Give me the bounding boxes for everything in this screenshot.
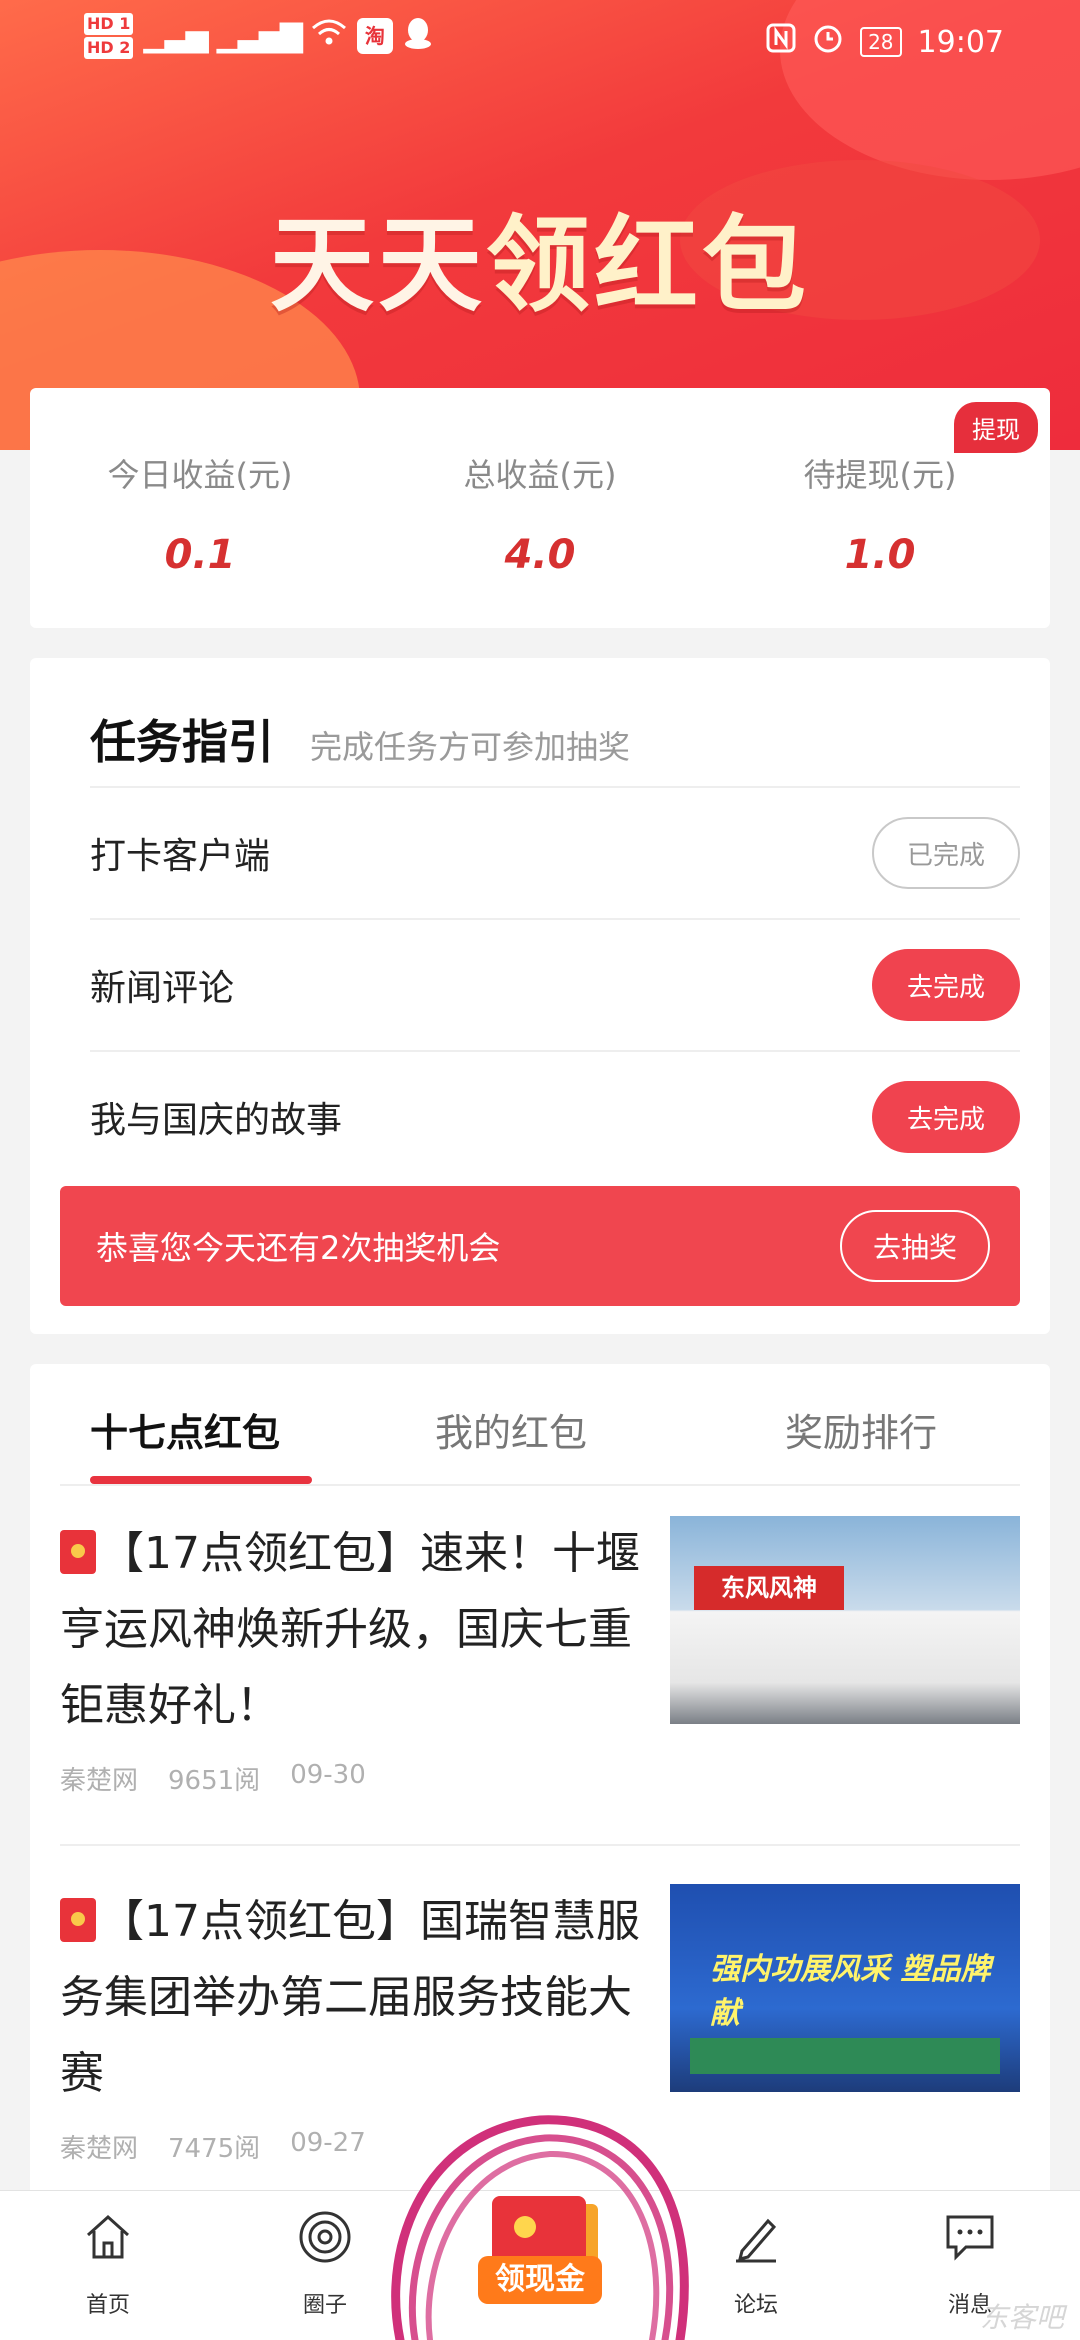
get-cash-button[interactable]: 领现金 <box>470 2196 610 2308</box>
page-title: 天天领红包 <box>269 204 811 326</box>
nav-forum[interactable]: 论坛 <box>676 2209 836 2319</box>
article-reads: 9651阅 <box>168 1766 261 1796</box>
article-title: 【17点领红包】国瑞智慧服务集团举办第二届服务技能大赛 <box>60 1896 640 2099</box>
chat-bubble-icon <box>946 2215 994 2261</box>
tab-my-red-packet[interactable]: 我的红包 <box>435 1402 587 1457</box>
signal-icon: ▁▃▅▇ <box>216 18 303 54</box>
thumbnail-table <box>690 2038 1000 2074</box>
header-banner: HD 1 HD 2 ▁▃▅ ▁▃▅▇ 淘 28 19:07 天天领红包 <box>0 0 1080 450</box>
pen-icon <box>736 2218 777 2263</box>
article-date: 09-30 <box>290 1760 366 1790</box>
clock-time: 19:07 <box>917 24 1004 60</box>
lottery-banner: 恭喜您今天还有2次抽奖机会 去抽奖 <box>60 1186 1020 1306</box>
wifi-icon <box>311 18 347 55</box>
active-tab-indicator <box>90 1476 312 1484</box>
list-item[interactable]: 【17点领红包】国瑞智慧服务集团举办第二届服务技能大赛 秦楚网 7475阅 09… <box>60 1884 1020 2214</box>
signal-icon: ▁▃▅ <box>143 18 208 54</box>
hd-indicator: HD 1 HD 2 <box>84 12 134 60</box>
home-icon <box>86 2214 130 2259</box>
news-tabs: 十七点红包 我的红包 奖励排行 <box>60 1364 1020 1486</box>
earnings-card: 提现 今日收益(元) 0.1 总收益(元) 4.0 待提现(元) 1.0 <box>30 388 1050 628</box>
today-earnings: 今日收益(元) 0.1 <box>107 456 293 578</box>
divider <box>60 1844 1020 1846</box>
task-completed-button[interactable]: 已完成 <box>872 817 1020 889</box>
red-packet-icon <box>60 1530 96 1574</box>
battery-icon: 28 <box>860 27 902 57</box>
task-guide-subtitle: 完成任务方可参加抽奖 <box>310 728 631 766</box>
taobao-app-icon: 淘 <box>356 18 393 54</box>
status-bar: HD 1 HD 2 ▁▃▅ ▁▃▅▇ 淘 28 19:07 <box>0 0 1080 80</box>
article-source: 秦楚网 <box>60 2134 139 2164</box>
lottery-message: 恭喜您今天还有2次抽奖机会 <box>96 1229 501 1267</box>
article-date: 09-27 <box>290 2128 366 2158</box>
article-thumbnail: 强内功展风采 塑品牌献 <box>670 1884 1020 2092</box>
thumbnail-sign: 东风风神 <box>694 1566 844 1610</box>
total-earnings: 总收益(元) 4.0 <box>463 456 617 578</box>
list-item[interactable]: 【17点领红包】速来！十堰亨运风神焕新升级，国庆七重钜惠好礼！ 秦楚网 9651… <box>60 1516 1020 1846</box>
coin-icon <box>514 2216 536 2238</box>
article-reads: 7475阅 <box>168 2134 261 2164</box>
task-row-news-comment: 新闻评论 去完成 <box>90 918 1020 1050</box>
task-go-button[interactable]: 去完成 <box>872 949 1020 1021</box>
withdraw-button[interactable]: 提现 <box>954 402 1038 453</box>
nav-home[interactable]: 首页 <box>28 2209 188 2319</box>
task-guide-title: 任务指引 <box>90 715 274 769</box>
article-thumbnail: 东风风神 <box>670 1516 1020 1724</box>
red-packet-icon <box>60 1898 96 1942</box>
lottery-button[interactable]: 去抽奖 <box>840 1210 990 1282</box>
pending-withdrawal: 待提现(元) 1.0 <box>803 456 957 578</box>
task-row-national-day-story: 我与国庆的故事 去完成 <box>90 1050 1020 1182</box>
tab-reward-ranking[interactable]: 奖励排行 <box>785 1402 937 1457</box>
task-go-button[interactable]: 去完成 <box>872 1081 1020 1153</box>
task-guide-card: 任务指引 完成任务方可参加抽奖 打卡客户端 已完成 新闻评论 去完成 我与国庆的… <box>30 658 1050 1334</box>
thumbnail-banner: 强内功展风采 塑品牌献 <box>710 1952 991 2031</box>
circle-icon <box>299 2211 351 2263</box>
qq-icon <box>403 16 433 57</box>
tab-17-red-packet[interactable]: 十七点红包 <box>90 1402 280 1457</box>
article-source: 秦楚网 <box>60 1766 139 1796</box>
article-title: 【17点领红包】速来！十堰亨运风神焕新升级，国庆七重钜惠好礼！ <box>60 1528 640 1731</box>
nfc-icon <box>766 23 796 61</box>
task-row-checkin: 打卡客户端 已完成 <box>90 786 1020 918</box>
watermark: 东客吧 <box>979 2301 1064 2334</box>
alarm-icon <box>812 22 844 62</box>
nav-circle[interactable]: 圈子 <box>245 2209 405 2319</box>
